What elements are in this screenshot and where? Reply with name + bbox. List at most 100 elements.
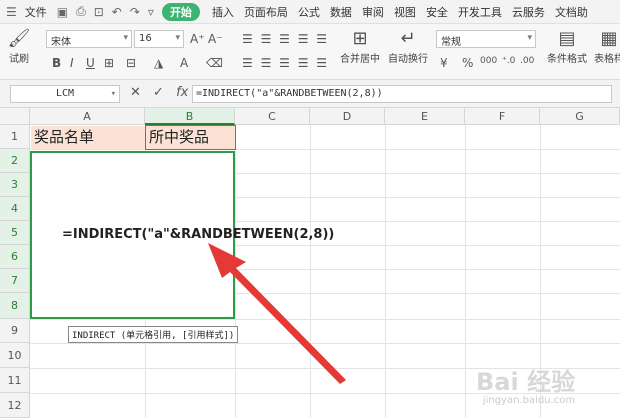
accept-icon[interactable]: ✓ bbox=[153, 85, 164, 100]
gridline bbox=[235, 125, 236, 418]
tab-view[interactable]: 视图 bbox=[394, 4, 416, 20]
increase-font-icon[interactable]: A⁺ bbox=[190, 32, 205, 46]
name-box-value: LCM bbox=[55, 88, 75, 99]
font-size-value: 16 bbox=[139, 33, 152, 44]
formula-text: =INDIRECT("a"&RANDBETWEEN(2,8)) bbox=[62, 227, 335, 242]
chevron-down-icon: ▾ bbox=[123, 33, 128, 43]
customize-dropdown-icon[interactable]: ▿ bbox=[148, 5, 154, 19]
column-header-f[interactable]: F bbox=[465, 108, 540, 125]
fx-icon[interactable]: fx bbox=[176, 85, 188, 100]
font-color-icon[interactable]: A bbox=[180, 56, 188, 70]
formula-input[interactable]: =INDIRECT("a"&RANDBETWEEN(2,8)) bbox=[192, 85, 612, 103]
cell-a1[interactable]: 奖品名单 bbox=[31, 127, 94, 149]
row-header-3[interactable]: 3 bbox=[0, 173, 30, 197]
column-header-e[interactable]: E bbox=[385, 108, 465, 125]
select-all-corner[interactable] bbox=[0, 108, 30, 125]
column-header-a[interactable]: A bbox=[30, 108, 145, 125]
tab-doc-assistant[interactable]: 文档助 bbox=[555, 4, 588, 20]
table-style-label: 表格样 bbox=[594, 54, 620, 65]
row-header-10[interactable]: 10 bbox=[0, 343, 30, 368]
border-icon[interactable]: ⊞ bbox=[104, 56, 114, 70]
underline-icon[interactable]: U bbox=[86, 56, 95, 70]
row-header-8[interactable]: 8 bbox=[0, 293, 30, 319]
name-box[interactable]: LCM ▾ bbox=[10, 85, 120, 103]
column-header-g[interactable]: G bbox=[540, 108, 620, 125]
row-header-7[interactable]: 7 bbox=[0, 269, 30, 293]
row-header-2[interactable]: 2 bbox=[0, 149, 30, 173]
increase-decimal-icon[interactable]: ⁺.0 bbox=[502, 56, 515, 66]
tab-developer[interactable]: 开发工具 bbox=[458, 4, 502, 20]
gridline bbox=[30, 343, 620, 344]
row-header-6[interactable]: 6 bbox=[0, 245, 30, 269]
align-top-icon[interactable]: ☰ ☰ ☰ ☰ ☰ bbox=[242, 32, 329, 46]
formula-actions: ✕ ✓ fx bbox=[130, 85, 196, 100]
gridline bbox=[385, 125, 386, 418]
row-header-5[interactable]: 5 bbox=[0, 221, 30, 245]
align-left-icon[interactable]: ☰ ☰ ☰ ☰ ☰ bbox=[242, 56, 329, 70]
tab-data[interactable]: 数据 bbox=[330, 4, 352, 20]
clear-format-icon[interactable]: ⌫ bbox=[206, 56, 223, 70]
row-header-9[interactable]: 9 bbox=[0, 319, 30, 343]
font-name-value: 宋体 bbox=[51, 37, 71, 48]
undo-icon[interactable]: ↶ bbox=[112, 5, 122, 19]
watermark: Bai 经验 jingyan.baidu.com bbox=[476, 362, 575, 406]
tab-review[interactable]: 审阅 bbox=[362, 4, 384, 20]
number-format-select[interactable]: 常规 ▾ bbox=[436, 30, 536, 48]
chevron-down-icon: ▾ bbox=[175, 33, 180, 43]
brush-icon: 🖌 bbox=[7, 28, 31, 49]
conditional-format-icon: ▤ bbox=[558, 28, 576, 49]
gridline bbox=[30, 149, 620, 150]
cancel-icon[interactable]: ✕ bbox=[130, 85, 141, 100]
print-icon[interactable]: ⎙ bbox=[76, 4, 86, 19]
italic-icon[interactable]: I bbox=[70, 56, 74, 70]
merge-center-button[interactable]: ⊞ 合并居中 bbox=[338, 28, 382, 65]
redo-icon[interactable]: ↷ bbox=[130, 5, 140, 19]
merge-center-label: 合并居中 bbox=[340, 54, 380, 65]
format-painter-button[interactable]: 🖌 试刷 bbox=[4, 28, 34, 65]
hamburger-icon[interactable]: ☰ bbox=[6, 5, 17, 19]
tab-cloud[interactable]: 云服务 bbox=[512, 4, 545, 20]
tab-insert[interactable]: 插入 bbox=[212, 4, 234, 20]
currency-icon[interactable]: ¥ bbox=[440, 56, 448, 70]
gridline bbox=[30, 319, 620, 320]
thousands-button[interactable]: 000 bbox=[480, 56, 497, 66]
row-header-1[interactable]: 1 bbox=[0, 125, 30, 149]
row-header-12[interactable]: 12 bbox=[0, 393, 30, 418]
auto-wrap-label: 自动换行 bbox=[388, 54, 428, 65]
column-header-d[interactable]: D bbox=[310, 108, 385, 125]
font-name-select[interactable]: 宋体 ▾ bbox=[46, 30, 132, 48]
column-header-b[interactable]: B bbox=[145, 108, 235, 125]
function-tooltip: INDIRECT (单元格引用, [引用样式]) bbox=[68, 326, 239, 343]
conditional-format-button[interactable]: ▤ 条件格式 bbox=[546, 28, 588, 65]
merge-border-icon[interactable]: ⊟ bbox=[126, 56, 136, 70]
decrease-decimal-icon[interactable]: .00 bbox=[520, 56, 534, 66]
percent-button[interactable]: % bbox=[462, 56, 473, 70]
chevron-down-icon: ▾ bbox=[110, 89, 116, 99]
table-style-button[interactable]: ▦ 表格样 bbox=[594, 28, 620, 65]
merge-icon: ⊞ bbox=[352, 28, 368, 49]
tab-page-layout[interactable]: 页面布局 bbox=[244, 4, 288, 20]
font-size-select[interactable]: 16 ▾ bbox=[134, 30, 184, 48]
row-header-11[interactable]: 11 bbox=[0, 368, 30, 393]
tab-home[interactable]: 开始 bbox=[161, 2, 200, 21]
gridline bbox=[310, 125, 311, 418]
tab-formulas[interactable]: 公式 bbox=[298, 4, 320, 20]
gridline bbox=[465, 125, 466, 418]
ribbon: 🖌 试刷 宋体 ▾ 16 ▾ A⁺ A⁻ B I U ⊞ ⊟ ◮ A ⌫ ☰ ☰… bbox=[0, 24, 620, 80]
decrease-font-icon[interactable]: A⁻ bbox=[208, 32, 223, 46]
wrap-icon: ↵ bbox=[400, 28, 416, 49]
menu-file[interactable]: 文件 bbox=[25, 4, 47, 20]
in-cell-formula-editor[interactable]: =INDIRECT("a"&RANDBETWEEN(2,8)) bbox=[62, 227, 334, 242]
column-header-c[interactable]: C bbox=[235, 108, 310, 125]
cell-b1-border bbox=[145, 125, 236, 150]
formula-bar: LCM ▾ ✕ ✓ fx =INDIRECT("a"&RANDBETWEEN(2… bbox=[0, 80, 620, 108]
fill-color-icon[interactable]: ◮ bbox=[154, 56, 163, 70]
tab-security[interactable]: 安全 bbox=[426, 4, 448, 20]
print-preview-icon[interactable]: ⊡ bbox=[94, 5, 104, 19]
row-header-4[interactable]: 4 bbox=[0, 197, 30, 221]
auto-wrap-button[interactable]: ↵ 自动换行 bbox=[388, 28, 428, 65]
table-style-icon: ▦ bbox=[600, 28, 618, 49]
bold-icon[interactable]: B bbox=[52, 56, 61, 70]
watermark-subtext: jingyan.baidu.com bbox=[482, 395, 576, 406]
save-icon[interactable]: ▣ bbox=[57, 5, 68, 19]
